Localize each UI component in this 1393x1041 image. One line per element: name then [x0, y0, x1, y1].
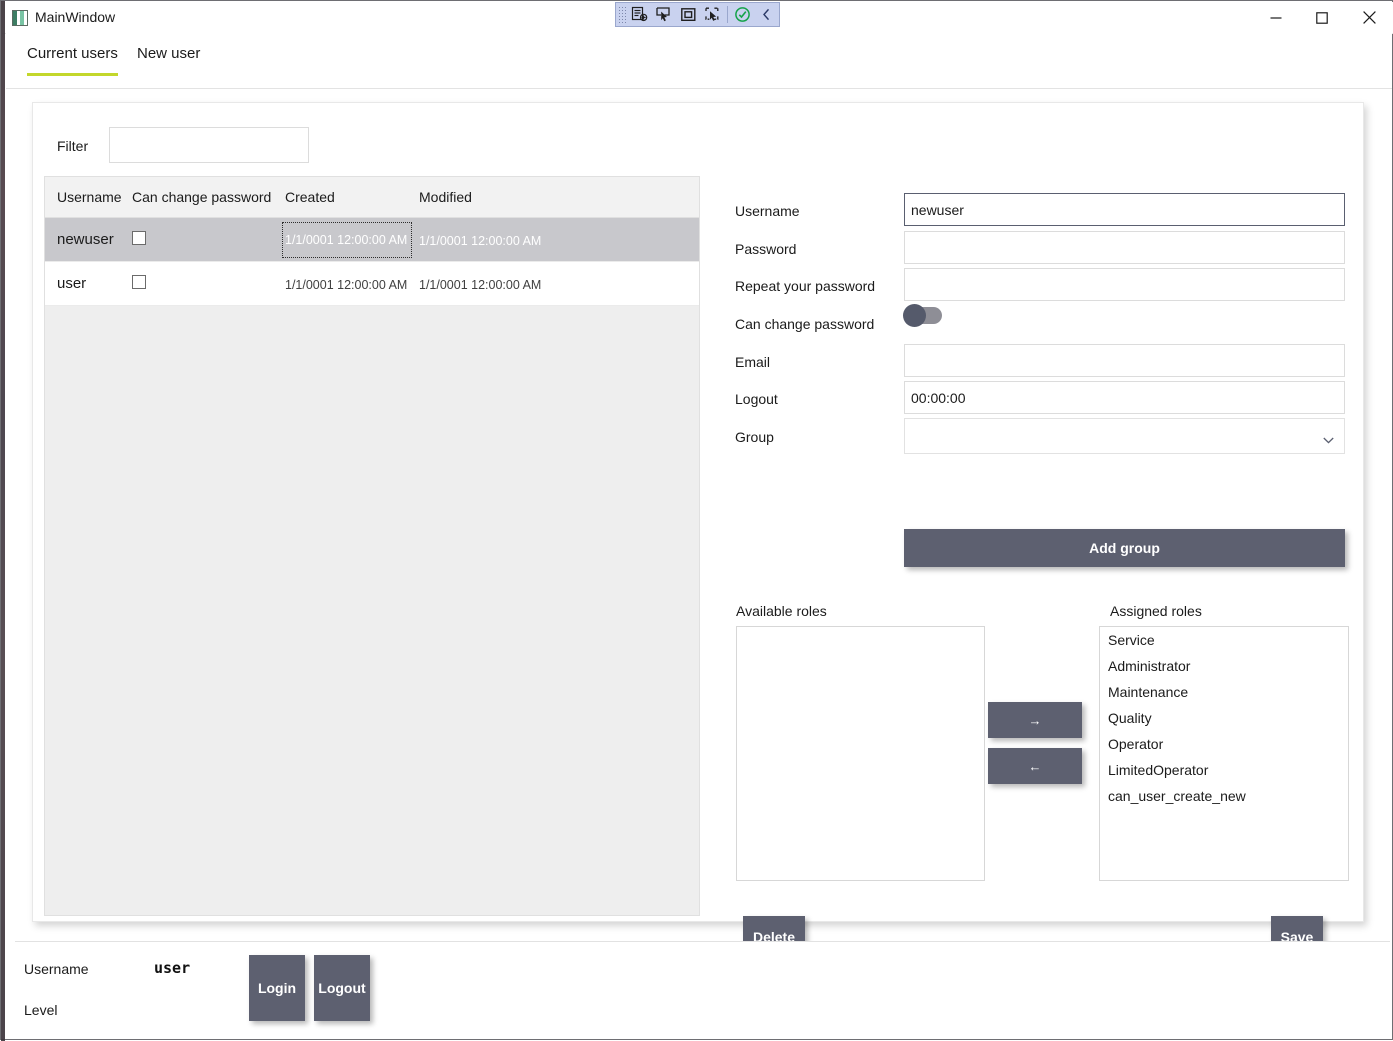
login-button[interactable]: Login — [249, 955, 305, 1021]
enabled-check-icon[interactable] — [730, 3, 755, 26]
add-group-button[interactable]: Add group — [904, 529, 1345, 567]
email-label: Email — [735, 354, 771, 370]
cell-modified-value: 1/1/0001 12:00:00 AM — [419, 277, 542, 292]
checkbox-icon[interactable] — [132, 231, 146, 245]
cell-created-value: 1/1/0001 12:00:00 AM — [281, 221, 413, 258]
go-to-live-visual-tree-icon[interactable] — [627, 3, 652, 26]
table-header-row: Username Can change password Created Mod… — [45, 177, 699, 218]
toolbar-separator — [726, 6, 728, 23]
track-focused-element-icon[interactable] — [700, 3, 725, 26]
repeat-password-input[interactable] — [904, 268, 1345, 301]
select-element-icon[interactable] — [651, 3, 676, 26]
table-row[interactable]: newuser 1/1/0001 12:00:00 AM 1/1/0001 12… — [45, 218, 699, 262]
drag-grip-icon[interactable] — [618, 6, 627, 23]
repeat-password-label: Repeat your password — [735, 278, 876, 294]
display-layout-adorner-icon[interactable] — [676, 3, 701, 26]
list-item[interactable]: can_user_create_new — [1100, 783, 1348, 809]
minimize-button[interactable] — [1253, 2, 1299, 33]
chevron-down-icon — [1323, 431, 1334, 444]
assign-role-button[interactable]: → — [988, 702, 1082, 738]
tab-current-users[interactable]: Current users — [27, 45, 118, 76]
list-item[interactable]: Operator — [1100, 731, 1348, 757]
cell-can-change-password[interactable] — [132, 275, 285, 292]
list-item[interactable]: LimitedOperator — [1100, 757, 1348, 783]
status-username-value: user — [154, 959, 191, 977]
available-roles-list[interactable] — [736, 626, 985, 881]
can-change-password-label: Can change password — [735, 316, 875, 332]
cell-modified-value: 1/1/0001 12:00:00 AM — [419, 233, 542, 248]
list-item[interactable]: Quality — [1100, 705, 1348, 731]
can-change-password-toggle[interactable] — [903, 304, 942, 327]
status-level-label: Level — [24, 1002, 58, 1018]
designer-overlay-toolbar[interactable] — [615, 2, 780, 27]
status-username-label: Username — [24, 961, 89, 977]
cell-username: newuser — [57, 231, 114, 248]
assigned-roles-label: Assigned roles — [1110, 603, 1202, 619]
assigned-roles-list[interactable]: Service Administrator Maintenance Qualit… — [1099, 626, 1349, 881]
window-controls — [1253, 2, 1393, 33]
list-item[interactable]: Administrator — [1100, 653, 1348, 679]
logout-label: Logout — [735, 391, 778, 407]
cell-modified[interactable]: 1/1/0001 12:00:00 AM — [419, 276, 689, 292]
close-button[interactable] — [1345, 2, 1393, 33]
column-header-can-change-password[interactable]: Can change password — [132, 189, 285, 205]
group-select[interactable] — [904, 418, 1345, 454]
username-label: Username — [735, 203, 800, 219]
password-input[interactable] — [904, 231, 1345, 264]
cell-username: user — [57, 275, 87, 292]
username-input[interactable] — [904, 193, 1345, 226]
group-label: Group — [735, 429, 774, 445]
list-item[interactable]: Service — [1100, 627, 1348, 653]
maximize-button[interactable] — [1299, 2, 1345, 33]
filter-input[interactable] — [109, 127, 309, 163]
main-window: MainWindow Current users New user Filter… — [0, 0, 1393, 1041]
tab-strip: Current users New user — [6, 33, 1392, 89]
table-and-form-area: Username Can change password Created Mod… — [44, 176, 1349, 957]
window-title: MainWindow — [35, 9, 116, 25]
list-item[interactable]: Maintenance — [1100, 679, 1348, 705]
cell-created-value: 1/1/0001 12:00:00 AM — [285, 277, 408, 292]
users-table[interactable]: Username Can change password Created Mod… — [44, 176, 700, 916]
cell-created[interactable]: 1/1/0001 12:00:00 AM — [281, 221, 419, 258]
window-left-chrome — [1, 1, 5, 1041]
column-header-created[interactable]: Created — [285, 189, 419, 205]
cell-modified[interactable]: 1/1/0001 12:00:00 AM — [419, 232, 689, 248]
current-users-panel: Filter Username Can change password Crea… — [32, 102, 1364, 957]
app-window-icon — [12, 10, 28, 26]
status-bar: Username user Level Login Logout — [15, 941, 1390, 1036]
tab-new-user[interactable]: New user — [137, 45, 200, 73]
email-input[interactable] — [904, 344, 1345, 377]
password-label: Password — [735, 241, 797, 257]
column-header-username[interactable]: Username — [45, 189, 132, 205]
available-roles-label: Available roles — [736, 603, 827, 619]
unassign-role-button[interactable]: ← — [988, 748, 1082, 784]
logout-input[interactable] — [904, 381, 1345, 414]
toggle-knob — [903, 304, 926, 327]
cell-can-change-password[interactable] — [132, 231, 285, 248]
title-bar: MainWindow — [2, 2, 1393, 34]
logout-button[interactable]: Logout — [314, 955, 370, 1021]
collapse-chevron-icon[interactable] — [754, 3, 779, 26]
table-row[interactable]: user 1/1/0001 12:00:00 AM 1/1/0001 12:00… — [45, 262, 699, 306]
filter-label: Filter — [57, 138, 89, 154]
checkbox-icon[interactable] — [132, 275, 146, 289]
user-detail-form: Username Password Repeat your password C… — [724, 176, 1349, 916]
cell-created[interactable]: 1/1/0001 12:00:00 AM — [285, 276, 419, 292]
column-header-modified[interactable]: Modified — [419, 189, 689, 205]
